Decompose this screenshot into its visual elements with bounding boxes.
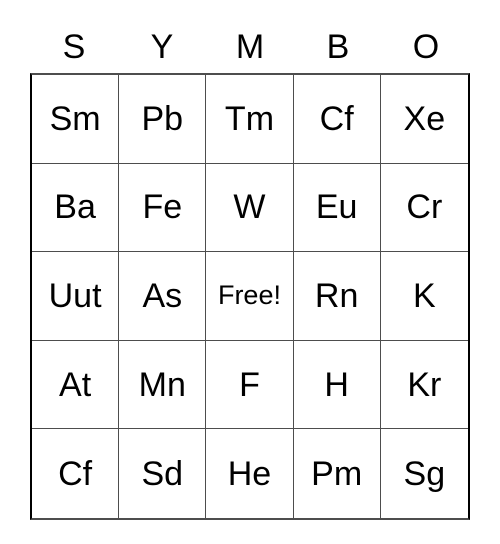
bingo-cell-r5c5[interactable]: Sg [381, 429, 468, 518]
bingo-header-letter-5: O [412, 27, 440, 66]
bingo-cell-r3c1[interactable]: Uut [32, 252, 120, 340]
bingo-cell-free-space[interactable]: Free! [206, 252, 294, 340]
bingo-header-letter-2: Y [150, 27, 174, 66]
bingo-cell-r5c1[interactable]: Cf [32, 429, 120, 518]
bingo-row-3: Uut As Free! Rn K [32, 252, 468, 341]
bingo-row-5: Cf Sd He Pm Sg [32, 429, 468, 518]
bingo-cell-r2c5[interactable]: Cr [381, 164, 468, 252]
bingo-row-1: Sm Pb Tm Cf Xe [32, 75, 468, 164]
bingo-row-2: Ba Fe W Eu Cr [32, 163, 468, 253]
bingo-cell-r4c5[interactable]: Kr [381, 341, 468, 429]
bingo-cell-r4c1[interactable]: At [32, 340, 120, 429]
bingo-cell-r2c3[interactable]: W [206, 163, 294, 252]
bingo-cell-r1c1[interactable]: Sm [32, 75, 120, 163]
bingo-header-row: S Y M B O [30, 20, 470, 73]
bingo-cell-r3c4[interactable]: Rn [294, 252, 381, 340]
bingo-cell-r2c4[interactable]: Eu [294, 163, 381, 252]
bingo-cell-r1c5[interactable]: Xe [381, 75, 468, 163]
bingo-cell-r4c2[interactable]: Mn [119, 340, 207, 429]
bingo-cell-r2c2[interactable]: Fe [119, 163, 207, 252]
bingo-row-4: At Mn F H Kr [32, 340, 468, 430]
bingo-cell-r5c2[interactable]: Sd [119, 429, 207, 518]
bingo-header-letter-3: M [235, 27, 265, 66]
bingo-header-letter-4: B [326, 27, 350, 66]
bingo-cell-r1c2[interactable]: Pb [119, 75, 207, 163]
bingo-cell-r4c3[interactable]: F [206, 340, 294, 429]
bingo-cell-r1c4[interactable]: Cf [294, 75, 381, 163]
bingo-cell-r4c4[interactable]: H [294, 340, 381, 429]
bingo-card: S Y M B O Sm Pb Tm Cf Xe Ba Fe W Eu Cr U… [30, 20, 470, 520]
bingo-cell-r3c5[interactable]: K [381, 252, 468, 340]
bingo-cell-r1c3[interactable]: Tm [206, 75, 294, 163]
bingo-grid: Sm Pb Tm Cf Xe Ba Fe W Eu Cr Uut As Free… [30, 73, 470, 520]
bingo-cell-r2c1[interactable]: Ba [32, 163, 120, 252]
bingo-cell-r5c3[interactable]: He [206, 429, 294, 518]
bingo-cell-r5c4[interactable]: Pm [294, 429, 381, 518]
bingo-header-letter-1: S [62, 27, 86, 66]
bingo-cell-r3c2[interactable]: As [119, 252, 207, 340]
